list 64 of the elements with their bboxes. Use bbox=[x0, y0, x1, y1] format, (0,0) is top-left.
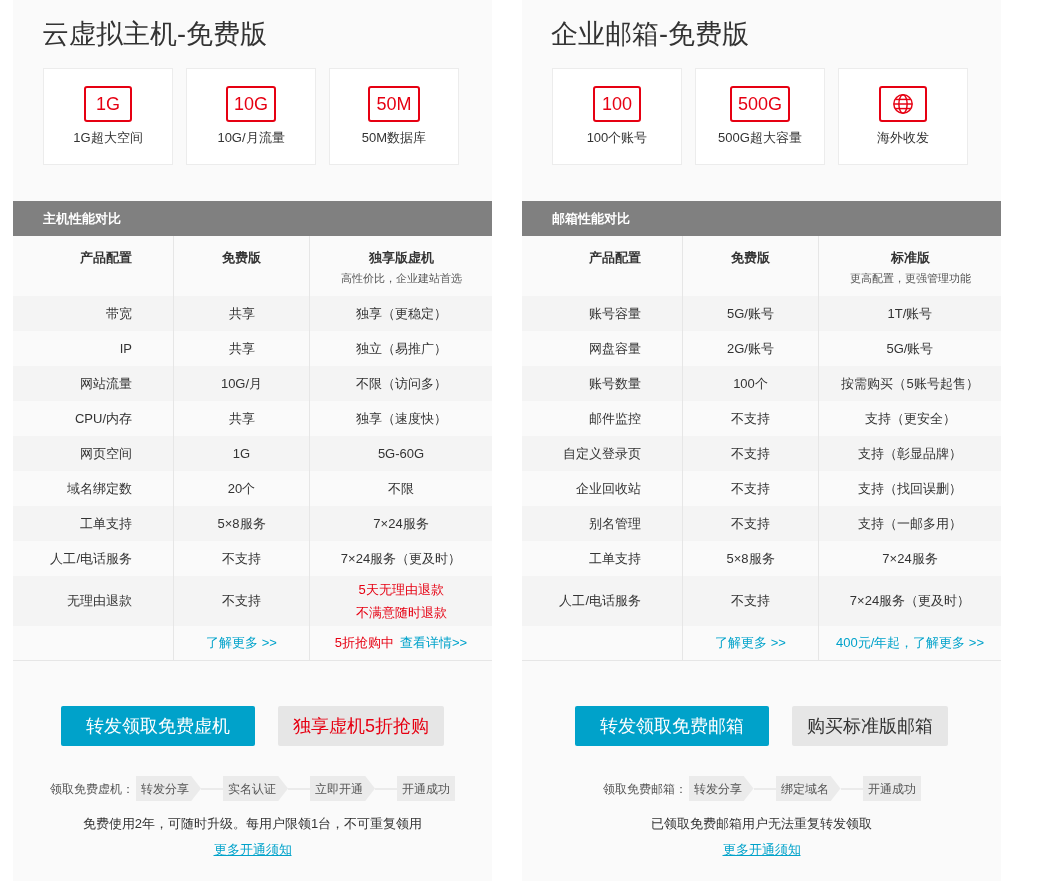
column-title: 标准版 bbox=[890, 249, 930, 267]
feature-badge: 1G bbox=[84, 86, 132, 122]
feature-label: 10G/月流量 bbox=[217, 129, 285, 147]
step-chip: 开通成功 bbox=[862, 776, 921, 801]
table-cell-text: 网页空间 bbox=[79, 444, 133, 463]
more-link[interactable]: 了解更多 >> bbox=[206, 633, 277, 653]
notice-link[interactable]: 更多开通须知 bbox=[722, 839, 801, 859]
table-cell-text: 人工/电话服务 bbox=[558, 592, 642, 611]
more-link[interactable]: 了解更多 >> bbox=[715, 633, 786, 653]
feature-badge: 100 bbox=[593, 86, 641, 122]
notice-link[interactable]: 更多开通须知 bbox=[213, 839, 292, 859]
steps-label: 领取免费虚机： bbox=[50, 780, 134, 798]
table-cell-text: 工单支持 bbox=[588, 549, 642, 568]
feature-label: 1G超大空间 bbox=[73, 129, 143, 147]
more-link[interactable]: 400元/年起，了解更多 >> bbox=[835, 633, 985, 653]
promo-button[interactable]: 独享虚机5折抢购 bbox=[278, 706, 444, 746]
table-cell-text: 邮件监控 bbox=[588, 409, 642, 428]
table-cell-text: 别名管理 bbox=[588, 514, 642, 533]
column-title: 产品配置 bbox=[80, 249, 132, 267]
table-title: 邮箱性能对比 bbox=[552, 209, 630, 228]
step-chip: 绑定域名 bbox=[775, 776, 841, 801]
column-title: 免费版 bbox=[222, 249, 261, 267]
feature-badge: 50M bbox=[368, 86, 420, 122]
table-cell-text: 无理由退款 bbox=[66, 592, 133, 611]
feature-label: 100个账号 bbox=[586, 129, 648, 147]
note-text: 已领取免费邮箱用户无法重复转发领取 bbox=[650, 815, 873, 833]
primary-button[interactable]: 转发领取免费邮箱 bbox=[575, 706, 769, 746]
column-title: 独享版虚机 bbox=[368, 249, 434, 267]
column-title: 产品配置 bbox=[589, 249, 641, 267]
promo-text: 5折抢购中 bbox=[334, 634, 394, 653]
feature-badge: 10G bbox=[226, 86, 276, 122]
table-cell-text: 自定义登录页 bbox=[562, 444, 642, 463]
more-link[interactable]: 查看详情>> bbox=[400, 633, 468, 653]
secondary-button[interactable]: 购买标准版邮箱 bbox=[792, 706, 948, 746]
feature-badge: 500G bbox=[729, 86, 790, 122]
globe-icon bbox=[892, 93, 914, 115]
panel-title: 云虚拟主机-免费版 bbox=[41, 18, 268, 51]
note-text: 免费使用2年，可随时升级。每用户限领1台，不可重复领用 bbox=[81, 815, 424, 833]
step-chip: 转发分享 bbox=[136, 776, 201, 801]
steps-label: 领取免费邮箱： bbox=[602, 780, 687, 798]
table-cell-text: 人工/电话服务 bbox=[49, 549, 133, 568]
step-chip: 实名认证 bbox=[223, 776, 288, 801]
primary-button[interactable]: 转发领取免费虚机 bbox=[61, 706, 255, 746]
table-cell-text: 网站流量 bbox=[79, 374, 133, 393]
table-cell-text: IP bbox=[118, 339, 133, 358]
feature-label: 海外收发 bbox=[877, 129, 929, 147]
table-cell-text: 账号容量 bbox=[588, 304, 642, 323]
table-title: 主机性能对比 bbox=[43, 209, 121, 228]
step-chip: 开通成功 bbox=[397, 776, 455, 801]
column-subtitle: 高性价比，企业建站首选 bbox=[340, 270, 462, 286]
table-cell-text: 账号数量 bbox=[588, 374, 642, 393]
column-subtitle: 更高配置，更强管理功能 bbox=[849, 270, 971, 286]
table-cell-text: 带宽 bbox=[105, 304, 133, 323]
column-title: 免费版 bbox=[731, 249, 770, 267]
table-cell-text: 域名绑定数 bbox=[66, 479, 133, 498]
step-chip: 立即开通 bbox=[310, 776, 375, 801]
panel-title: 企业邮箱-免费版 bbox=[550, 18, 750, 51]
table-cell-text: 工单支持 bbox=[79, 514, 133, 533]
table-cell-text: CPU/内存 bbox=[73, 409, 133, 428]
feature-label: 50M数据库 bbox=[361, 129, 427, 147]
table-cell-text: 网盘容量 bbox=[588, 339, 642, 358]
step-chip: 转发分享 bbox=[688, 776, 754, 801]
feature-label: 500G超大容量 bbox=[718, 129, 802, 147]
table-cell-text: 企业回收站 bbox=[575, 479, 642, 498]
